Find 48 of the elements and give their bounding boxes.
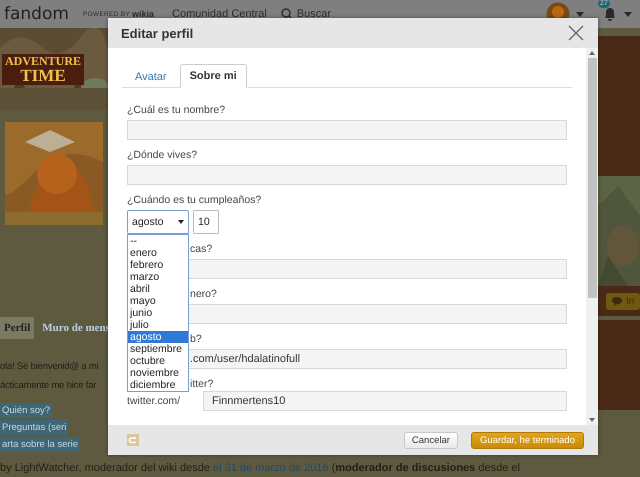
input-field[interactable]: Finnmertens10 bbox=[203, 391, 567, 411]
intro-text: ácticamente me hice far bbox=[0, 379, 98, 393]
wikia-logo: wikia bbox=[132, 9, 154, 19]
month-option[interactable]: noviembre bbox=[128, 367, 188, 379]
month-option[interactable]: agosto bbox=[128, 331, 188, 343]
search-link[interactable]: Buscar bbox=[296, 8, 332, 20]
bell-icon[interactable] bbox=[602, 6, 618, 22]
section-button[interactable]: arta sobre la serie bbox=[0, 437, 80, 452]
field-label: nero? bbox=[190, 287, 217, 301]
credit-text: by LightWatcher, moderador del wiki desde el 31 de marzo de 2016 (moderador de discusiones desde el bbox=[0, 462, 520, 474]
day-select[interactable]: 10 bbox=[193, 210, 219, 234]
input-field[interactable] bbox=[127, 165, 567, 185]
field-label: ¿Cuál es tu nombre? bbox=[127, 103, 226, 117]
chat-icon bbox=[612, 296, 622, 306]
caret-icon bbox=[178, 220, 184, 224]
month-option[interactable]: marzo bbox=[128, 271, 188, 283]
month-option[interactable]: mayo bbox=[128, 295, 188, 307]
month-option[interactable]: diciembre bbox=[128, 379, 188, 391]
month-option[interactable]: enero bbox=[128, 247, 188, 259]
field-label: b? bbox=[190, 332, 202, 346]
section-button[interactable]: Preguntas (seri bbox=[0, 420, 68, 435]
scrollbar[interactable] bbox=[586, 48, 598, 425]
dialog-tab[interactable]: Sobre mi bbox=[180, 64, 247, 88]
caret-icon[interactable] bbox=[624, 12, 632, 16]
month-option[interactable]: junio bbox=[128, 307, 188, 319]
field-label: ¿Cuándo es tu cumpleaños? bbox=[127, 193, 262, 207]
cancel-button[interactable]: Cancelar bbox=[404, 432, 458, 448]
url-prefix: twitter.com/ bbox=[127, 395, 182, 407]
month-select[interactable]: agosto bbox=[127, 210, 189, 234]
fandom-logo[interactable]: fandom bbox=[4, 4, 69, 24]
month-option[interactable]: abril bbox=[128, 283, 188, 295]
intro-text: ola! Sé bienvenid@ a mi bbox=[0, 360, 100, 374]
month-option[interactable]: julio bbox=[128, 319, 188, 331]
field-label: cas? bbox=[190, 242, 212, 256]
wiki-logo[interactable]: ADVENTURE TIME bbox=[2, 54, 84, 85]
profile-tab[interactable]: Perfil bbox=[0, 317, 34, 339]
community-link[interactable]: Comunidad Central bbox=[172, 8, 267, 20]
field-label: ¿Dónde vives? bbox=[127, 148, 198, 162]
field-label: itter? bbox=[190, 377, 214, 391]
input-field[interactable] bbox=[127, 120, 567, 140]
month-option[interactable]: febrero bbox=[128, 259, 188, 271]
dialog-tab[interactable]: Avatar bbox=[122, 67, 180, 87]
month-option[interactable]: -- bbox=[128, 235, 188, 247]
search-icon[interactable] bbox=[280, 8, 293, 20]
dialog-title: Editar perfil bbox=[121, 26, 194, 40]
section-button[interactable]: Quién soy? bbox=[0, 403, 52, 418]
close-icon[interactable] bbox=[568, 25, 584, 41]
month-option[interactable]: octubre bbox=[128, 355, 188, 367]
